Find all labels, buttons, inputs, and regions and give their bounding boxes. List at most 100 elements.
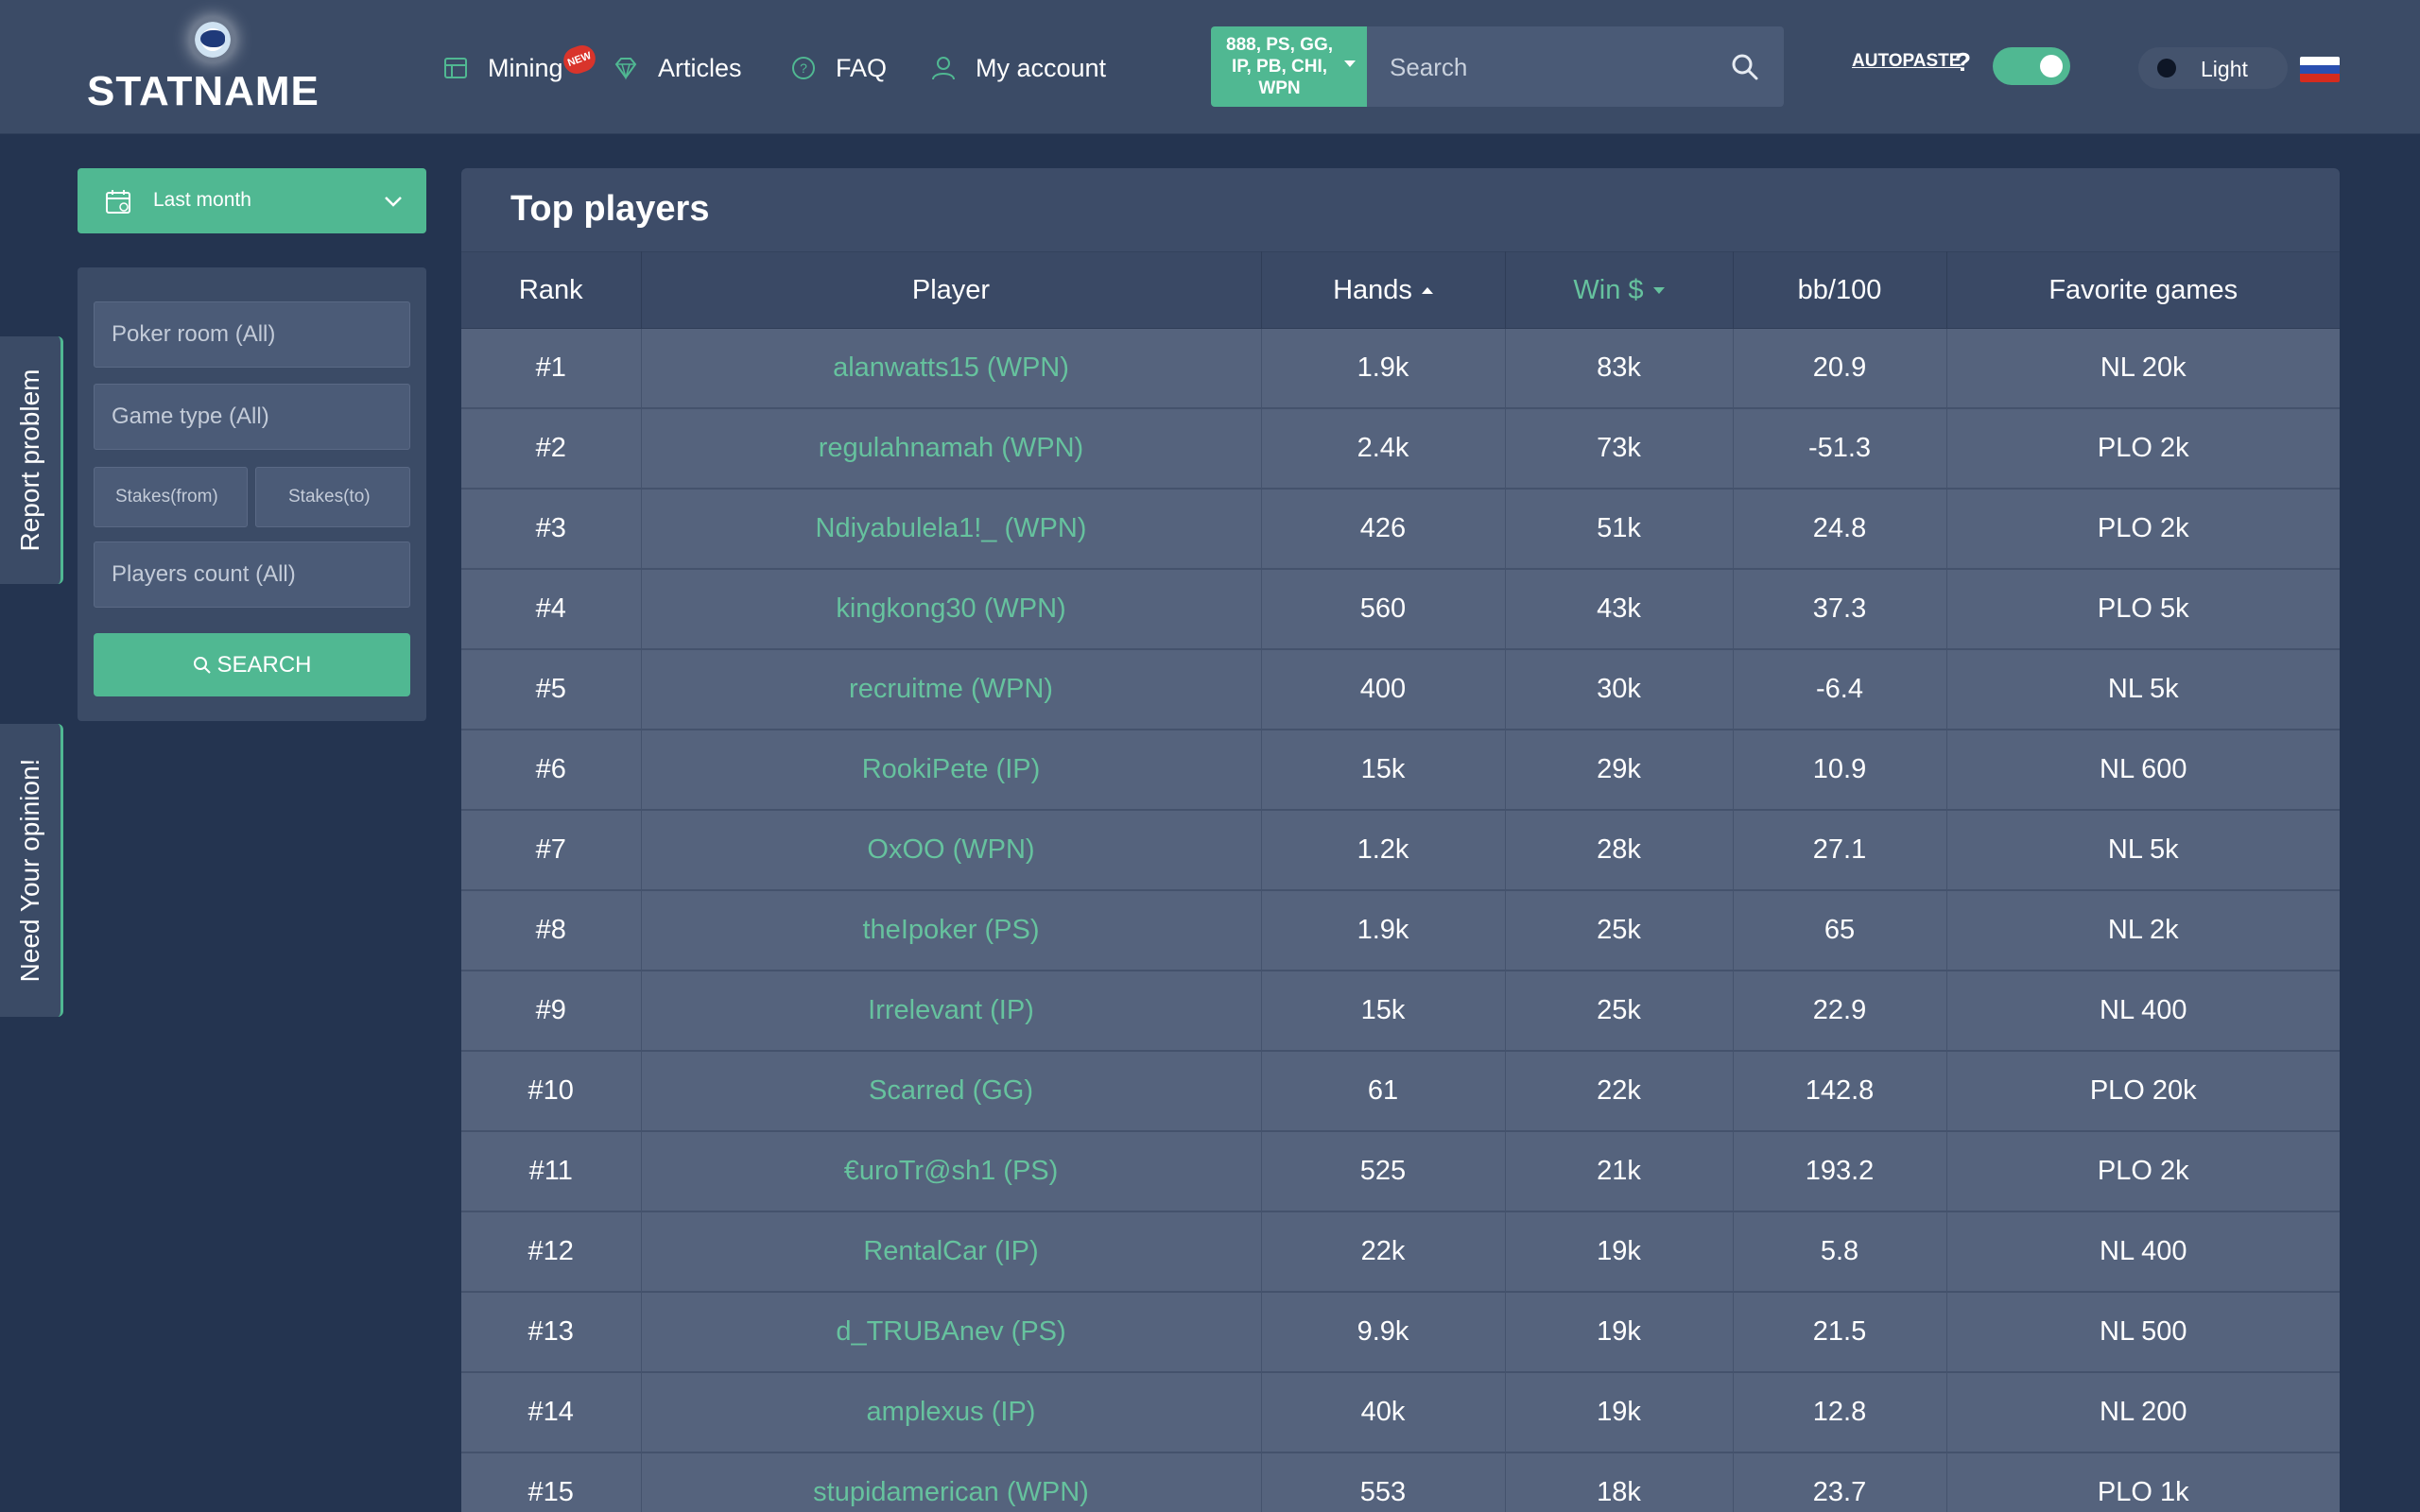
column-header-win[interactable]: Win $ [1505, 251, 1734, 329]
player-name-link[interactable]: regulahnamah (WPN) [641, 408, 1262, 490]
bb100-cell: 22.9 [1733, 971, 1947, 1052]
column-header-rank[interactable]: Rank [461, 251, 642, 329]
player-name-link[interactable]: OxOO (WPN) [641, 810, 1262, 891]
page-title: Top players [510, 189, 710, 229]
hands-cell: 15k [1261, 730, 1506, 811]
table-row[interactable]: #9 Irrelevant (IP) 15k 25k 22.9 NL 400 [461, 971, 2340, 1052]
favorite-games-cell: NL 600 [1946, 730, 2340, 811]
period-select[interactable]: Last month [78, 168, 426, 233]
rank-cell: #11 [461, 1131, 642, 1212]
hands-cell: 61 [1261, 1051, 1506, 1132]
table-row[interactable]: #12 RentalCar (IP) 22k 19k 5.8 NL 400 [461, 1211, 2340, 1293]
win-cell: 51k [1505, 489, 1734, 570]
game-type-filter[interactable] [94, 384, 410, 450]
player-name-link[interactable]: kingkong30 (WPN) [641, 569, 1262, 650]
bb100-cell: 65 [1733, 890, 1947, 971]
nav-my-account[interactable]: My account [930, 45, 1106, 91]
report-problem-label: Report problem [15, 369, 44, 552]
win-cell: 22k [1505, 1051, 1734, 1132]
player-name-link[interactable]: recruitme (WPN) [641, 649, 1262, 730]
hands-cell: 22k [1261, 1211, 1506, 1293]
player-name-link[interactable]: alanwatts15 (WPN) [641, 328, 1262, 409]
theme-switch[interactable]: Light [2138, 47, 2288, 89]
rank-cell: #9 [461, 971, 642, 1052]
rank-cell: #15 [461, 1452, 642, 1512]
bb100-cell: 37.3 [1733, 569, 1947, 650]
player-name-link[interactable]: Scarred (GG) [641, 1051, 1262, 1132]
table-row[interactable]: #4 kingkong30 (WPN) 560 43k 37.3 PLO 5k [461, 569, 2340, 650]
table-row[interactable]: #13 d_TRUBAnev (PS) 9.9k 19k 21.5 NL 500 [461, 1292, 2340, 1373]
column-header-hands[interactable]: Hands [1261, 251, 1506, 329]
table-row[interactable]: #3 Ndiyabulela1!_ (WPN) 426 51k 24.8 PLO 2k [461, 489, 2340, 570]
filter-panel: SEARCH [78, 267, 426, 721]
column-header-player[interactable]: Player [641, 251, 1262, 329]
table-row[interactable]: #14 amplexus (IP) 40k 19k 12.8 NL 200 [461, 1372, 2340, 1453]
autopaste-toggle[interactable] [1993, 47, 2070, 85]
player-name-link[interactable]: RentalCar (IP) [641, 1211, 1262, 1293]
feedback-tab[interactable]: Need Your opinion! [0, 724, 63, 1017]
win-cell: 43k [1505, 569, 1734, 650]
players-count-filter[interactable] [94, 541, 410, 608]
logo[interactable]: STATNAME [87, 17, 319, 115]
poker-room-select[interactable]: 888, PS, GG, IP, PB, CHI, WPN [1211, 26, 1367, 107]
win-cell: 21k [1505, 1131, 1734, 1212]
stakes-from-field[interactable] [94, 467, 248, 527]
sort-desc-icon [1652, 287, 1665, 295]
search-button[interactable]: SEARCH [94, 633, 410, 696]
help-circle-icon: ? [792, 57, 815, 79]
favorite-games-cell: NL 2k [1946, 890, 2340, 971]
table-row[interactable]: #5 recruitme (WPN) 400 30k -6.4 NL 5k [461, 649, 2340, 730]
stakes-to-field[interactable] [255, 467, 410, 527]
rank-cell: #14 [461, 1372, 642, 1453]
favorite-games-cell: NL 5k [1946, 810, 2340, 891]
nav-my-account-label: My account [976, 53, 1107, 82]
table-row[interactable]: #15 stupidamerican (WPN) 553 18k 23.7 PLO 1k [461, 1452, 2340, 1512]
search-icon [194, 656, 212, 674]
hands-cell: 1.2k [1261, 810, 1506, 891]
player-name-link[interactable]: d_TRUBAnev (PS) [641, 1292, 1262, 1373]
poker-room-filter[interactable] [94, 301, 410, 368]
win-cell: 83k [1505, 328, 1734, 409]
player-name-link[interactable]: theIpoker (PS) [641, 890, 1262, 971]
column-header-bb100[interactable]: bb/100 [1733, 251, 1947, 329]
diamond-icon [614, 58, 637, 80]
search-input[interactable] [1388, 43, 1713, 91]
chevron-down-icon [385, 197, 402, 207]
player-name-link[interactable]: amplexus (IP) [641, 1372, 1262, 1453]
russian-flag-icon[interactable] [2300, 57, 2340, 82]
table-row[interactable]: #6 RookiPete (IP) 15k 29k 10.9 NL 600 [461, 730, 2340, 811]
table-row[interactable]: #2 regulahnamah (WPN) 2.4k 73k -51.3 PLO 2k [461, 408, 2340, 490]
hands-cell: 40k [1261, 1372, 1506, 1453]
report-problem-tab[interactable]: Report problem [0, 336, 63, 584]
favorite-games-cell: NL 5k [1946, 649, 2340, 730]
table-row[interactable]: #11 €uroTr@sh1 (PS) 525 21k 193.2 PLO 2k [461, 1131, 2340, 1212]
rank-cell: #2 [461, 408, 642, 490]
nav-mining-label: Mining [488, 53, 563, 82]
table-row[interactable]: #8 theIpoker (PS) 1.9k 25k 65 NL 2k [461, 890, 2340, 971]
hands-cell: 560 [1261, 569, 1506, 650]
player-name-link[interactable]: stupidamerican (WPN) [641, 1452, 1262, 1512]
search-icon[interactable] [1729, 51, 1761, 83]
column-header-favorite-games[interactable]: Favorite games [1946, 251, 2340, 329]
player-name-link[interactable]: Ndiyabulela1!_ (WPN) [641, 489, 1262, 570]
autopaste-link[interactable]: AUTOPASTE [1852, 51, 1961, 72]
autopaste-help-icon[interactable]: ? [1955, 47, 1971, 77]
nav-articles[interactable]: Articles [613, 45, 742, 91]
hands-cell: 400 [1261, 649, 1506, 730]
favorite-games-cell: NL 400 [1946, 1211, 2340, 1293]
win-cell: 29k [1505, 730, 1734, 811]
table-row[interactable]: #1 alanwatts15 (WPN) 1.9k 83k 20.9 NL 20k [461, 328, 2340, 409]
player-name-link[interactable]: €uroTr@sh1 (PS) [641, 1131, 1262, 1212]
svg-text:?: ? [800, 60, 807, 76]
rank-cell: #6 [461, 730, 642, 811]
player-name-link[interactable]: RookiPete (IP) [641, 730, 1262, 811]
nav-mining[interactable]: Mining NEW [442, 41, 599, 91]
rank-cell: #3 [461, 489, 642, 570]
table-row[interactable]: #7 OxOO (WPN) 1.2k 28k 27.1 NL 5k [461, 810, 2340, 891]
bb100-cell: -51.3 [1733, 408, 1947, 490]
player-name-link[interactable]: Irrelevant (IP) [641, 971, 1262, 1052]
rank-cell: #10 [461, 1051, 642, 1132]
table-row[interactable]: #10 Scarred (GG) 61 22k 142.8 PLO 20k [461, 1051, 2340, 1132]
hands-cell: 2.4k [1261, 408, 1506, 490]
nav-faq[interactable]: ? FAQ [790, 45, 887, 91]
